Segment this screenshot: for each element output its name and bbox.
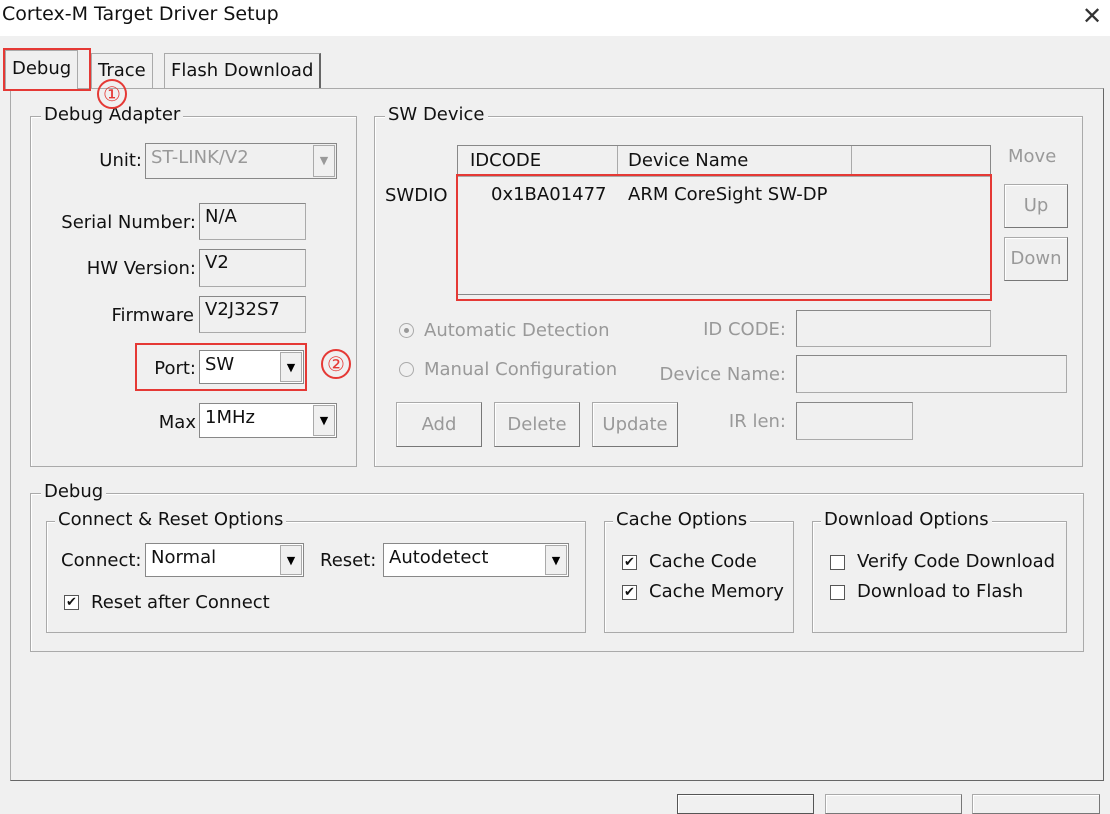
max-clock-select[interactable]: 1MHz ▼ — [199, 403, 337, 438]
cancel-button[interactable] — [825, 794, 962, 814]
max-label: Max — [158, 412, 196, 433]
reset-after-connect-label: Reset after Connect — [91, 592, 270, 613]
verify-code-download-checkbox[interactable] — [830, 555, 845, 570]
window-title: Cortex-M Target Driver Setup — [2, 3, 279, 25]
column-idcode[interactable]: IDCODE — [458, 146, 618, 177]
column-empty — [852, 146, 990, 177]
highlight-debug-tab — [3, 48, 91, 91]
delete-button[interactable]: Delete — [494, 402, 580, 447]
manual-configuration-label: Manual Configuration — [424, 359, 618, 380]
max-value: 1MHz — [205, 407, 255, 428]
cache-memory-label: Cache Memory — [649, 581, 784, 602]
close-icon[interactable]: ✕ — [1082, 2, 1102, 30]
sw-device-title: SW Device — [385, 104, 488, 125]
device-name-field[interactable] — [796, 355, 1067, 393]
chevron-down-icon: ▼ — [280, 545, 302, 575]
device-name-label: Device Name: — [659, 364, 786, 385]
id-code-label: ID CODE: — [703, 319, 786, 340]
connect-reset-title: Connect & Reset Options — [55, 509, 287, 530]
hw-version-field: V2 — [199, 249, 306, 287]
connect-value: Normal — [151, 547, 217, 568]
unit-label: Unit: — [99, 150, 142, 171]
serial-number-label: Serial Number: — [61, 212, 196, 233]
download-to-flash-checkbox[interactable] — [830, 585, 845, 600]
connect-select[interactable]: Normal ▼ — [145, 543, 304, 577]
download-options-title: Download Options — [821, 509, 992, 530]
reset-select[interactable]: Autodetect ▼ — [383, 543, 569, 577]
reset-label: Reset: — [320, 550, 377, 571]
reset-after-connect-checkbox[interactable]: ✔ — [64, 595, 79, 610]
column-device-name[interactable]: Device Name — [618, 146, 852, 177]
unit-value: ST-LINK/V2 — [151, 147, 249, 168]
firmware-field: V2J32S7 — [199, 296, 306, 333]
up-button[interactable]: Up — [1004, 184, 1068, 228]
chevron-down-icon: ▼ — [545, 545, 567, 575]
chevron-down-icon: ▼ — [313, 405, 335, 436]
download-options-group: Download Options — [812, 509, 1067, 633]
highlight-port — [135, 343, 307, 391]
id-code-field[interactable] — [796, 310, 991, 347]
connect-label: Connect: — [61, 550, 142, 571]
ok-button[interactable] — [677, 794, 814, 814]
annotation-two: ② — [321, 349, 351, 379]
cache-options-group: Cache Options — [604, 509, 794, 633]
swdio-label: SWDIO — [385, 185, 448, 206]
ir-len-field[interactable] — [796, 402, 913, 440]
move-label: Move — [1008, 146, 1057, 167]
cache-code-checkbox[interactable]: ✔ — [622, 555, 637, 570]
serial-number-field: N/A — [199, 203, 306, 240]
cache-memory-checkbox[interactable]: ✔ — [622, 585, 637, 600]
ir-len-label: IR len: — [728, 411, 786, 432]
cache-code-label: Cache Code — [649, 551, 757, 572]
highlight-device-row — [456, 174, 992, 301]
annotation-one: ① — [97, 79, 127, 109]
automatic-detection-label: Automatic Detection — [424, 320, 610, 341]
update-button[interactable]: Update — [592, 402, 678, 447]
debug-title: Debug — [41, 481, 107, 502]
help-button[interactable] — [972, 794, 1100, 814]
down-button[interactable]: Down — [1004, 237, 1068, 281]
reset-value: Autodetect — [389, 547, 489, 568]
connect-reset-group: Connect & Reset Options — [46, 509, 586, 633]
automatic-detection-radio[interactable] — [399, 323, 414, 338]
chevron-down-icon: ▼ — [313, 145, 335, 177]
hw-version-label: HW Version: — [86, 258, 196, 279]
firmware-label: Firmware — [111, 305, 195, 326]
add-button[interactable]: Add — [396, 402, 482, 447]
unit-select[interactable]: ST-LINK/V2 ▼ — [145, 143, 337, 179]
tab-flash-download[interactable]: Flash Download — [164, 53, 322, 88]
download-to-flash-label: Download to Flash — [857, 581, 1024, 602]
verify-code-download-label: Verify Code Download — [857, 551, 1056, 572]
cache-options-title: Cache Options — [613, 509, 751, 530]
manual-configuration-radio[interactable] — [399, 362, 414, 377]
